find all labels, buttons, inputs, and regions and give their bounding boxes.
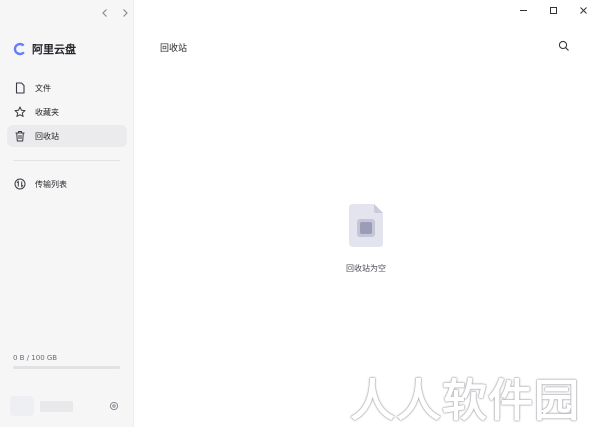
- settings-icon[interactable]: [109, 401, 119, 411]
- sidebar-item-files[interactable]: 文件: [7, 77, 127, 99]
- sidebar-item-label: 回收站: [35, 131, 59, 141]
- sidebar-item-favorites[interactable]: 收藏夹: [7, 101, 127, 123]
- sidebar-item-recycle-bin[interactable]: 回收站: [7, 125, 127, 147]
- sidebar-item-label: 收藏夹: [35, 107, 59, 117]
- file-icon: [15, 82, 25, 94]
- aliyun-drive-logo-icon: [13, 42, 27, 56]
- sidebar: 阿里云盘 文件 收藏夹 回收站 传输列表 0 B / 100 GB: [0, 0, 134, 427]
- back-button[interactable]: [98, 6, 112, 20]
- page-title: 回收站: [160, 44, 188, 54]
- user-name-blurred: [40, 400, 73, 412]
- minimize-button[interactable]: [516, 3, 530, 17]
- sidebar-item-label: 传输列表: [35, 179, 67, 189]
- empty-state-text: 回收站为空: [346, 264, 386, 273]
- search-button[interactable]: [557, 39, 571, 53]
- forward-button[interactable]: [118, 6, 132, 20]
- maximize-button[interactable]: [546, 3, 560, 17]
- chevron-left-icon: [102, 9, 107, 17]
- storage-usage-bar: [13, 366, 120, 369]
- history-nav: [98, 6, 132, 20]
- empty-state: 回收站为空: [336, 203, 396, 274]
- trash-icon: [15, 131, 24, 142]
- minimize-icon: [519, 9, 527, 11]
- sidebar-nav: 文件 收藏夹 回收站: [7, 77, 127, 149]
- sidebar-divider: [13, 160, 120, 161]
- chevron-right-icon: [123, 9, 128, 17]
- user-profile[interactable]: [10, 396, 73, 416]
- sidebar-nav-secondary: 传输列表: [7, 173, 127, 197]
- empty-file-icon: [349, 204, 383, 247]
- watermark: 人人软件园: [350, 374, 581, 427]
- sidebar-item-transfers[interactable]: 传输列表: [7, 173, 127, 195]
- star-icon: [14, 106, 25, 117]
- transfer-icon: [14, 178, 25, 190]
- search-icon: [558, 40, 569, 51]
- maximize-icon: [549, 6, 557, 14]
- sidebar-item-label: 文件: [35, 83, 51, 93]
- window-controls: [516, 3, 590, 17]
- close-icon: [579, 6, 587, 14]
- app-name: 阿里云盘: [32, 43, 76, 56]
- close-button[interactable]: [576, 3, 590, 17]
- avatar: [10, 396, 34, 416]
- brand: 阿里云盘: [13, 41, 76, 57]
- storage-usage-text: 0 B / 100 GB: [13, 354, 58, 362]
